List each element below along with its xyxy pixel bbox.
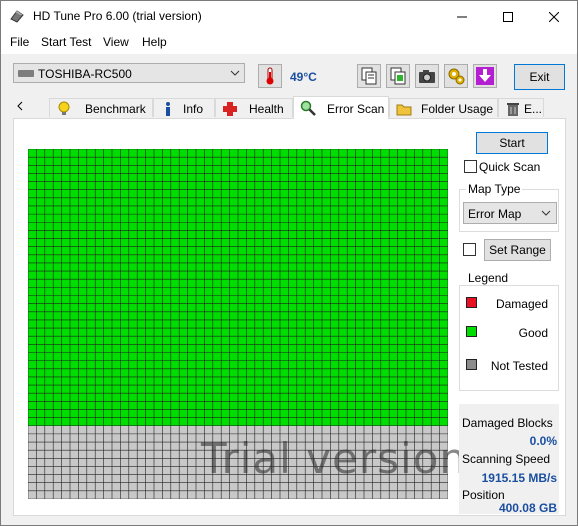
legend-label-damaged: Damaged — [495, 297, 548, 311]
position-label: Position — [462, 488, 505, 502]
map-type-label: Map Type — [466, 182, 523, 196]
download-arrow-icon — [476, 67, 494, 85]
legend-swatch-good — [466, 326, 477, 337]
quick-scan-checkbox[interactable] — [464, 160, 477, 173]
maximize-button[interactable] — [485, 1, 531, 32]
menu-start-test[interactable]: Start Test — [41, 35, 91, 49]
tab-strip: Benchmark Info Health Error Scan Folder … — [1, 96, 577, 119]
tab-folder-usage[interactable]: Folder Usage — [389, 98, 498, 117]
minimize-icon — [457, 16, 467, 17]
tab-scroll-left-button[interactable] — [15, 100, 25, 115]
tab-error-scan[interactable]: Error Scan — [293, 96, 389, 119]
chevron-left-icon — [17, 101, 23, 111]
tab-benchmark[interactable]: Benchmark — [49, 98, 153, 117]
set-range-checkbox[interactable] — [463, 243, 476, 256]
legend-swatch-not-tested — [466, 359, 477, 370]
legend-title: Legend — [466, 271, 511, 285]
temperature-readout: 49°C — [290, 70, 317, 84]
tab-erase[interactable]: E... — [498, 98, 544, 117]
thermometer-icon — [266, 67, 274, 85]
hdtune-app-icon — [10, 10, 24, 23]
thermometer-button[interactable] — [258, 64, 282, 88]
legend-label-good: Good — [518, 326, 548, 340]
magnifier-icon — [300, 100, 316, 116]
scanning-speed-label: Scanning Speed — [462, 452, 551, 466]
close-icon — [549, 11, 559, 22]
folder-icon — [396, 104, 412, 116]
legend-swatch-damaged — [466, 297, 477, 308]
maximize-icon — [503, 11, 513, 22]
menu-bar: File Start Test View Help — [1, 32, 577, 54]
chevron-down-icon — [541, 210, 551, 216]
menu-view[interactable]: View — [103, 35, 129, 49]
scan-stats: Damaged Blocks 0.0% Scanning Speed 1915.… — [459, 404, 559, 515]
toolbar: TOSHIBA-RC500 49°C Exit — [1, 54, 577, 96]
menu-file[interactable]: File — [10, 35, 29, 49]
tab-info[interactable]: Info — [153, 98, 215, 117]
title-bar: HD Tune Pro 6.00 (trial version) — [1, 1, 577, 32]
tab-label: Benchmark — [85, 102, 146, 116]
camera-icon — [419, 70, 435, 83]
position-value: 400.08 GB — [498, 501, 557, 515]
minimize-button[interactable] — [439, 1, 485, 32]
damaged-blocks-label: Damaged Blocks — [462, 416, 553, 430]
drive-dropdown[interactable]: TOSHIBA-RC500 — [13, 63, 245, 83]
chevron-down-icon — [230, 70, 240, 76]
disk-drive-icon — [18, 70, 34, 77]
drive-name: TOSHIBA-RC500 — [38, 67, 132, 81]
trial-watermark: Trial version — [201, 434, 468, 483]
exit-button[interactable]: Exit — [514, 64, 565, 90]
copy-info-button[interactable] — [357, 64, 381, 88]
scanning-speed-value: 1915.15 MB/s — [481, 471, 557, 485]
tab-label: E... — [524, 102, 543, 116]
set-range-button[interactable]: Set Range — [484, 239, 551, 261]
menu-help[interactable]: Help — [142, 35, 167, 49]
save-download-button[interactable] — [473, 64, 497, 88]
tab-health[interactable]: Health — [215, 98, 293, 117]
trash-icon — [507, 103, 519, 116]
options-button[interactable] — [444, 64, 468, 88]
tab-label: Error Scan — [327, 102, 385, 116]
close-button[interactable] — [531, 1, 577, 32]
bulb-icon — [58, 101, 70, 115]
gears-icon — [448, 68, 465, 85]
window-title: HD Tune Pro 6.00 (trial version) — [33, 9, 202, 23]
quick-scan-label: Quick Scan — [479, 160, 541, 174]
start-button[interactable]: Start — [476, 132, 548, 154]
info-icon — [166, 102, 170, 116]
damaged-blocks-value: 0.0% — [529, 434, 557, 448]
tab-label: Info — [183, 102, 204, 116]
copy-icon — [361, 67, 377, 85]
app-window: HD Tune Pro 6.00 (trial version) File St… — [0, 0, 578, 526]
health-cross-icon — [223, 102, 237, 116]
screenshot-button[interactable] — [415, 64, 439, 88]
legend-label-not-tested: Not Tested — [490, 359, 548, 373]
copy-all-button[interactable] — [386, 64, 410, 88]
copy-green-icon — [390, 67, 406, 85]
tab-label: Health — [249, 102, 284, 116]
map-type-value: Error Map — [468, 207, 522, 221]
map-type-dropdown[interactable]: Error Map — [463, 202, 557, 224]
tab-label: Folder Usage — [421, 102, 494, 116]
